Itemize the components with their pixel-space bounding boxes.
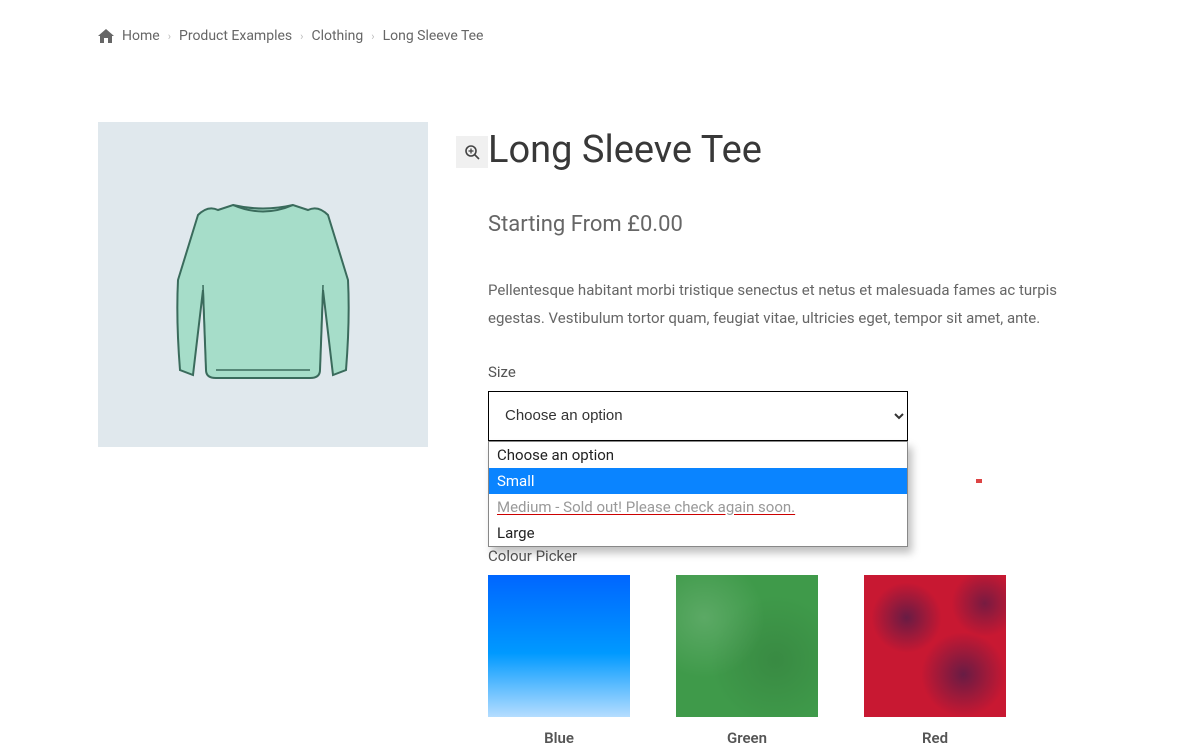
- swatch-image-red: [864, 575, 1006, 717]
- swatch-green[interactable]: Green: [676, 575, 818, 747]
- swatch-image-blue: [488, 575, 630, 717]
- product-price: Starting From £0.00: [488, 212, 1084, 237]
- home-icon[interactable]: [98, 29, 114, 43]
- product-title: Long Sleeve Tee: [488, 128, 1084, 172]
- size-dropdown-list: Choose an option Small Medium - Sold out…: [488, 441, 908, 547]
- size-select-wrap: Choose an option Choose an option Small …: [488, 391, 908, 441]
- breadcrumb-clothing[interactable]: Clothing: [311, 28, 363, 44]
- breadcrumb: Home › Product Examples › Clothing › Lon…: [98, 0, 1084, 72]
- breadcrumb-product-examples[interactable]: Product Examples: [179, 28, 292, 44]
- chevron-right-icon: ›: [168, 30, 171, 43]
- product-description: Pellentesque habitant morbi tristique se…: [488, 277, 1084, 333]
- swatch-label-blue: Blue: [488, 729, 630, 747]
- swatch-label-red: Red: [864, 729, 1006, 747]
- chevron-right-icon: ›: [300, 30, 303, 43]
- swatch-label-green: Green: [676, 729, 818, 747]
- swatch-red[interactable]: Red: [864, 575, 1006, 747]
- swatch-blue[interactable]: Blue: [488, 575, 630, 747]
- size-option-medium[interactable]: Medium - Sold out! Please check again so…: [489, 494, 907, 520]
- breadcrumb-home[interactable]: Home: [122, 28, 160, 44]
- product-gallery: [98, 122, 428, 747]
- size-option-large[interactable]: Large: [489, 520, 907, 546]
- size-option-small[interactable]: Small: [489, 468, 907, 494]
- size-select[interactable]: Choose an option: [488, 391, 908, 441]
- chevron-right-icon: ›: [371, 30, 374, 43]
- size-option-placeholder[interactable]: Choose an option: [489, 442, 907, 468]
- colour-swatches: Blue Green Red: [488, 575, 1084, 747]
- annotation-dot: [976, 479, 982, 483]
- breadcrumb-current: Long Sleeve Tee: [383, 28, 484, 44]
- product-image[interactable]: [98, 122, 428, 447]
- zoom-button[interactable]: [456, 136, 488, 168]
- colour-label: Colour Picker: [488, 547, 1084, 565]
- swatch-image-green: [676, 575, 818, 717]
- size-label: Size: [488, 363, 1084, 381]
